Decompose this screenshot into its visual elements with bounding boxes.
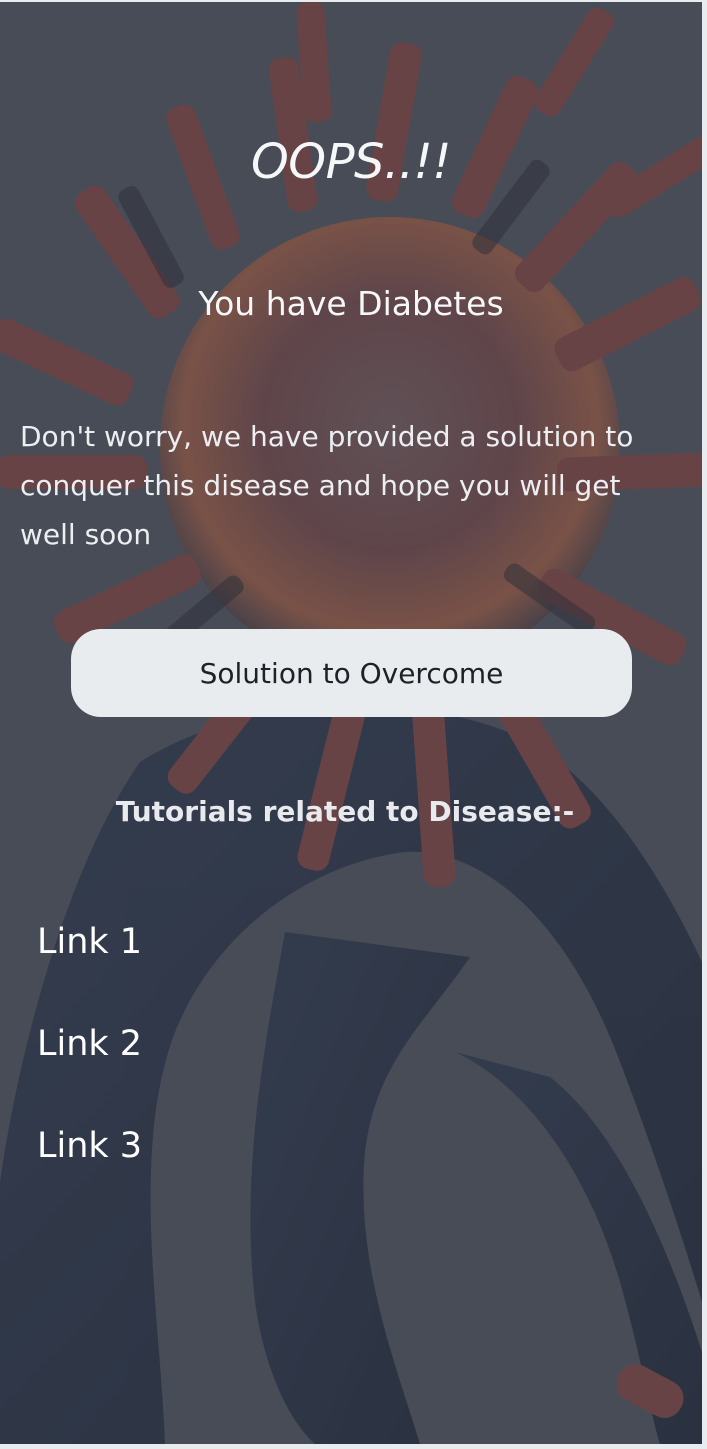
result-content: OOPS..!! You have Diabetes Don't worry, … — [0, 2, 702, 1444]
diagnosis-heading: You have Diabetes — [198, 284, 504, 323]
tutorial-list-item: Link 1 — [37, 917, 142, 1019]
page-title: OOPS..!! — [251, 134, 451, 190]
solution-button[interactable]: Solution to Overcome — [71, 629, 632, 717]
tutorial-list-item: Link 3 — [37, 1121, 142, 1223]
tutorial-link-1[interactable]: Link 1 — [37, 917, 142, 967]
tutorial-link-3[interactable]: Link 3 — [37, 1121, 142, 1171]
result-screen: OOPS..!! You have Diabetes Don't worry, … — [0, 2, 702, 1444]
tutorial-list-item: Link 2 — [37, 1019, 142, 1121]
tutorial-link-2[interactable]: Link 2 — [37, 1019, 142, 1069]
tutorial-links-list: Link 1 Link 2 Link 3 — [37, 917, 142, 1223]
reassurance-message: Don't worry, we have provided a solution… — [20, 420, 634, 551]
tutorials-heading: Tutorials related to Disease:- — [115, 795, 575, 828]
